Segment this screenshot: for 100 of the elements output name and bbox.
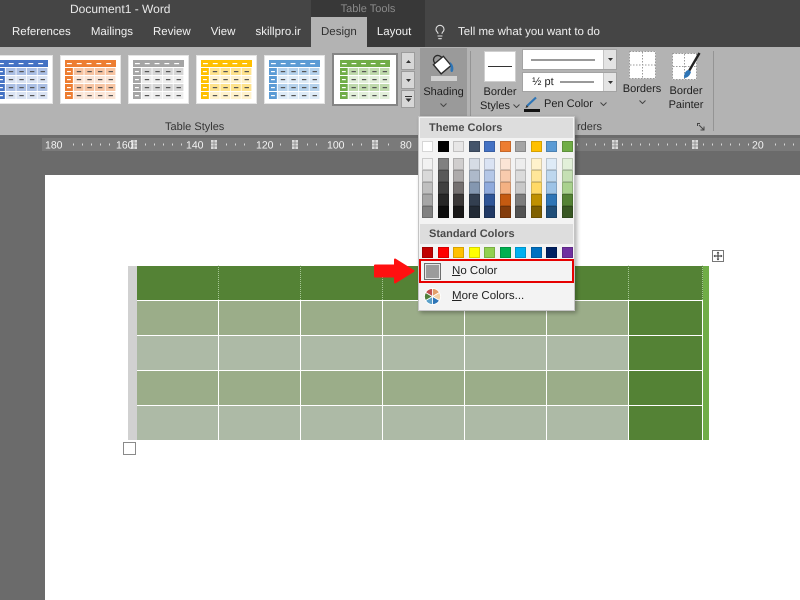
color-swatch[interactable]	[562, 182, 572, 194]
menu-item[interactable]: More Colors...	[419, 284, 574, 308]
color-swatch[interactable]	[468, 141, 480, 152]
table-style-thumbnail[interactable]	[332, 53, 398, 106]
ribbon-tab[interactable]: Review	[143, 17, 201, 47]
color-swatch[interactable]	[468, 206, 480, 218]
color-swatch[interactable]	[438, 194, 448, 206]
color-swatch[interactable]	[438, 158, 448, 170]
color-swatch[interactable]	[546, 247, 557, 258]
color-swatch[interactable]	[422, 170, 433, 182]
color-swatch[interactable]	[453, 158, 464, 170]
ribbon-tab[interactable]: Mailings	[80, 17, 143, 47]
border-styles-button[interactable]: Border Styles	[478, 48, 522, 117]
color-swatch[interactable]	[546, 206, 557, 218]
color-swatch[interactable]	[562, 194, 572, 206]
color-swatch[interactable]	[530, 158, 542, 170]
gallery-up-button[interactable]	[401, 52, 415, 70]
color-swatch[interactable]	[546, 170, 557, 182]
shading-button[interactable]: Shading	[420, 48, 467, 117]
column-marker-icon[interactable]	[372, 140, 378, 150]
color-swatch[interactable]	[515, 170, 526, 182]
color-swatch[interactable]	[530, 170, 542, 182]
move-handle-icon[interactable]	[712, 250, 724, 262]
color-swatch[interactable]	[515, 141, 526, 152]
color-swatch[interactable]	[438, 247, 448, 258]
ribbon-tab[interactable]: Design	[311, 17, 367, 47]
color-swatch[interactable]	[468, 194, 480, 206]
ribbon-tab[interactable]: skillpro.ir	[245, 17, 311, 47]
color-swatch[interactable]	[515, 247, 526, 258]
gallery-down-button[interactable]	[401, 71, 415, 89]
color-wheel-icon	[424, 288, 441, 304]
gallery-more-button[interactable]	[401, 90, 415, 108]
color-swatch[interactable]	[484, 158, 495, 170]
color-swatch[interactable]	[438, 141, 448, 152]
color-swatch[interactable]	[453, 170, 464, 182]
color-swatch[interactable]	[422, 141, 433, 152]
color-swatch[interactable]	[500, 194, 510, 206]
color-swatch[interactable]	[468, 182, 480, 194]
color-swatch[interactable]	[562, 206, 572, 218]
color-swatch[interactable]	[422, 194, 433, 206]
column-marker-icon[interactable]	[692, 140, 698, 150]
color-swatch[interactable]	[530, 141, 542, 152]
color-swatch[interactable]	[562, 247, 572, 258]
color-swatch[interactable]	[422, 182, 433, 194]
line-style-dropdown[interactable]	[522, 49, 617, 70]
column-marker-icon[interactable]	[612, 140, 618, 150]
color-swatch[interactable]	[500, 170, 510, 182]
color-swatch[interactable]	[484, 170, 495, 182]
color-swatch[interactable]	[515, 194, 526, 206]
color-swatch[interactable]	[515, 158, 526, 170]
color-swatch[interactable]	[562, 158, 572, 170]
color-swatch[interactable]	[422, 206, 433, 218]
line-weight-dropdown[interactable]: ½ pt	[522, 72, 617, 92]
color-swatch[interactable]	[422, 158, 433, 170]
column-marker-icon[interactable]	[292, 140, 298, 150]
color-swatch[interactable]	[546, 158, 557, 170]
color-swatch[interactable]	[546, 182, 557, 194]
color-swatch[interactable]	[500, 182, 510, 194]
color-swatch[interactable]	[530, 247, 542, 258]
color-swatch[interactable]	[453, 194, 464, 206]
color-swatch[interactable]	[453, 206, 464, 218]
color-swatch[interactable]	[500, 206, 510, 218]
color-swatch[interactable]	[468, 247, 480, 258]
color-swatch[interactable]	[453, 182, 464, 194]
color-swatch[interactable]	[484, 141, 495, 152]
ribbon-tab[interactable]: Layout	[366, 17, 422, 47]
color-swatch[interactable]	[546, 141, 557, 152]
color-swatch[interactable]	[546, 194, 557, 206]
tell-me-button[interactable]: Tell me what you want to do	[432, 17, 600, 47]
column-marker-icon[interactable]	[210, 140, 218, 150]
color-swatch[interactable]	[422, 247, 433, 258]
color-swatch[interactable]	[453, 141, 464, 152]
color-swatch[interactable]	[438, 182, 448, 194]
ribbon-tab[interactable]: References	[2, 17, 81, 47]
color-swatch[interactable]	[438, 170, 448, 182]
ruler-number: 120	[256, 140, 274, 151]
color-swatch[interactable]	[468, 170, 480, 182]
color-swatch[interactable]	[530, 194, 542, 206]
ribbon-tab[interactable]: View	[200, 17, 246, 47]
color-swatch[interactable]	[468, 158, 480, 170]
color-swatch[interactable]	[500, 158, 510, 170]
color-swatch[interactable]	[500, 247, 510, 258]
color-swatch[interactable]	[438, 206, 448, 218]
color-swatch[interactable]	[484, 182, 495, 194]
color-swatch[interactable]	[515, 206, 526, 218]
resize-handle-icon[interactable]	[123, 442, 136, 455]
color-swatch[interactable]	[515, 182, 526, 194]
color-swatch[interactable]	[530, 182, 542, 194]
color-swatch[interactable]	[562, 141, 572, 152]
borders-button[interactable]: Borders	[621, 48, 663, 117]
pen-color-button[interactable]: Pen Color	[522, 95, 617, 113]
color-swatch[interactable]	[562, 170, 572, 182]
color-swatch[interactable]	[484, 194, 495, 206]
border-painter-button[interactable]: Border Painter	[665, 48, 707, 117]
color-swatch[interactable]	[484, 247, 495, 258]
color-swatch[interactable]	[530, 206, 542, 218]
color-swatch[interactable]	[500, 141, 510, 152]
dialog-launcher-icon[interactable]	[697, 122, 705, 130]
color-swatch[interactable]	[453, 247, 464, 258]
color-swatch[interactable]	[484, 206, 495, 218]
